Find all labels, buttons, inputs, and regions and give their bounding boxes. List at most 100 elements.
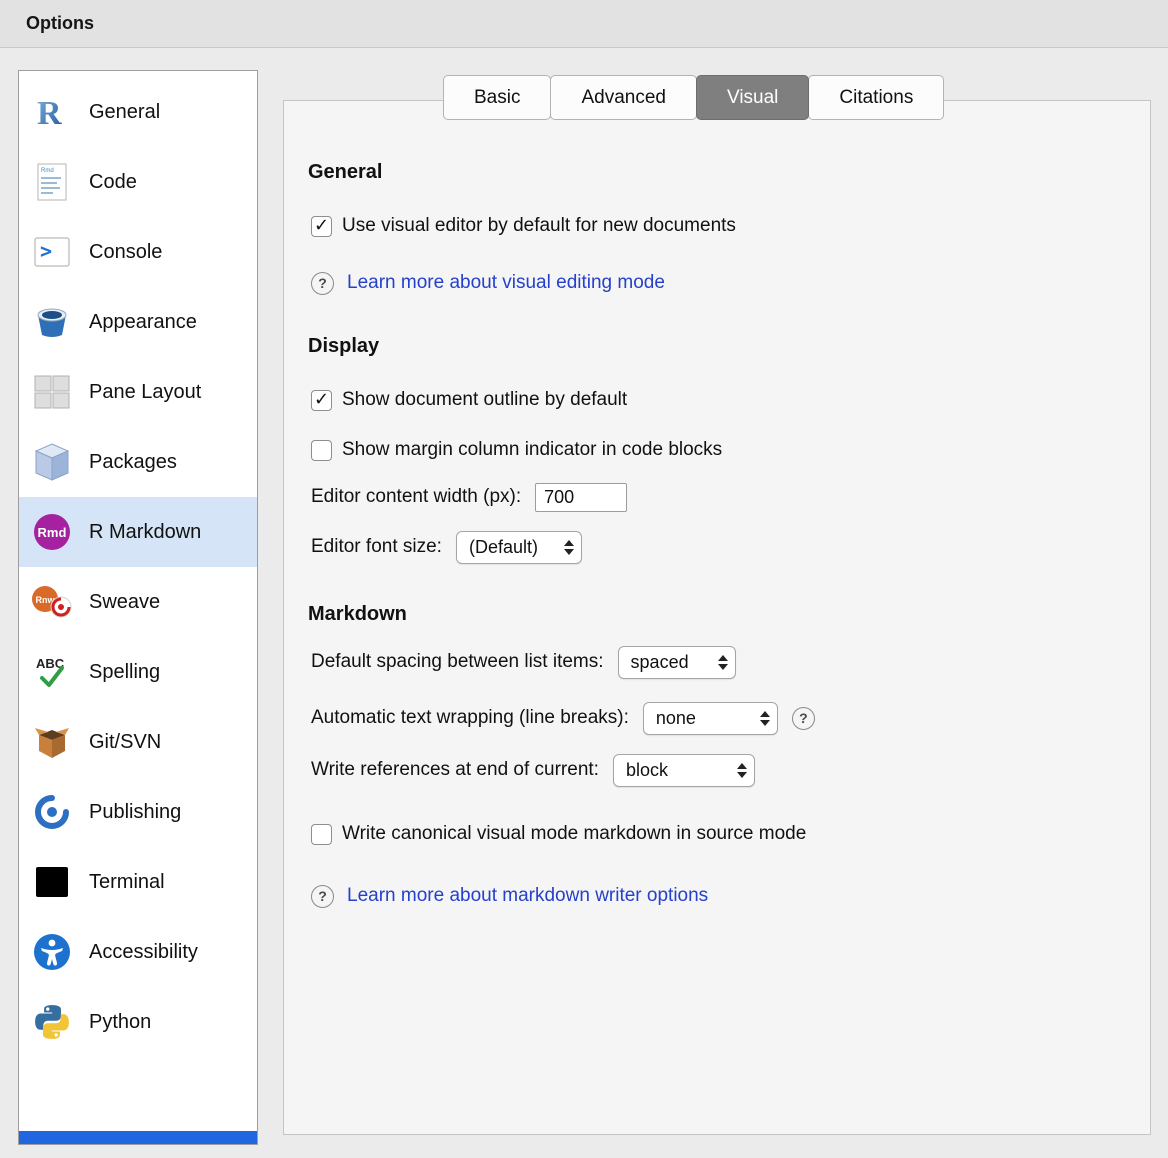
list-spacing-select[interactable]: spaced xyxy=(618,646,736,679)
write-references-row: Write references at end of current: bloc… xyxy=(311,753,755,787)
r-logo-icon: R xyxy=(29,89,75,135)
git-svn-box-icon xyxy=(29,719,75,765)
visual-editing-learn-more-link[interactable]: Learn more about visual editing mode xyxy=(347,272,665,294)
help-icon[interactable]: ? xyxy=(311,885,334,908)
tab-advanced[interactable]: Advanced xyxy=(550,75,697,120)
sidebar-item-label: Sweave xyxy=(89,591,160,614)
display-heading-text: Display xyxy=(308,335,379,358)
package-cube-icon xyxy=(29,439,75,485)
sidebar-item-label: General xyxy=(89,101,160,124)
markdown-writer-help-row: ? Learn more about markdown writer optio… xyxy=(311,879,708,913)
svg-text:Rmd: Rmd xyxy=(41,168,54,174)
general-heading: General xyxy=(308,155,382,189)
show-outline-label: Show document outline by default xyxy=(342,389,627,411)
stepper-arrows-icon xyxy=(737,763,747,778)
pane-layout-icon xyxy=(29,369,75,415)
text-wrapping-label: Automatic text wrapping (line breaks): xyxy=(311,707,629,729)
sidebar-item-label: Packages xyxy=(89,451,177,474)
sidebar-item-label: Accessibility xyxy=(89,941,198,964)
editor-content-width-input[interactable] xyxy=(535,483,627,512)
text-wrapping-value: none xyxy=(656,708,696,729)
spelling-icon: ABC xyxy=(29,649,75,695)
markdown-writer-learn-more-link[interactable]: Learn more about markdown writer options xyxy=(347,885,708,907)
editor-content-width-row: Editor content width (px): xyxy=(311,480,627,514)
stepper-arrows-icon xyxy=(760,711,770,726)
text-wrapping-select[interactable]: none xyxy=(643,702,778,735)
general-heading-text: General xyxy=(308,161,382,184)
text-wrapping-row: Automatic text wrapping (line breaks): n… xyxy=(311,701,815,735)
margin-indicator-label: Show margin column indicator in code blo… xyxy=(342,439,722,461)
sidebar-item-packages[interactable]: Packages xyxy=(19,427,257,497)
sidebar-item-label: R Markdown xyxy=(89,521,201,544)
sidebar-item-label: Appearance xyxy=(89,311,197,334)
tab-citations[interactable]: Citations xyxy=(808,75,944,120)
console-icon: > xyxy=(29,229,75,275)
write-references-label: Write references at end of current: xyxy=(311,759,599,781)
visual-editing-help-row: ? Learn more about visual editing mode xyxy=(311,266,665,300)
canonical-markdown-row: Write canonical visual mode markdown in … xyxy=(311,817,806,851)
sidebar-item-label: Pane Layout xyxy=(89,381,201,404)
markdown-heading-text: Markdown xyxy=(308,603,407,626)
show-outline-row: Show document outline by default xyxy=(311,383,627,417)
sidebar-item-appearance[interactable]: Appearance xyxy=(19,287,257,357)
sidebar-item-sweave[interactable]: Rnw Sweave xyxy=(19,567,257,637)
sidebar-item-label: Spelling xyxy=(89,661,160,684)
sidebar-item-general[interactable]: R General xyxy=(19,77,257,147)
write-references-select[interactable]: block xyxy=(613,754,755,787)
use-visual-editor-label: Use visual editor by default for new doc… xyxy=(342,215,736,237)
python-icon xyxy=(29,999,75,1045)
help-icon[interactable]: ? xyxy=(792,707,815,730)
sidebar-item-code[interactable]: Rmd Code xyxy=(19,147,257,217)
sidebar-item-python[interactable]: Python xyxy=(19,987,257,1057)
list-spacing-label: Default spacing between list items: xyxy=(311,651,604,673)
rmarkdown-icon: Rmd xyxy=(29,509,75,555)
svg-text:>: > xyxy=(40,239,52,263)
show-outline-checkbox[interactable] xyxy=(311,390,332,411)
sidebar-item-git-svn[interactable]: Git/SVN xyxy=(19,707,257,777)
sidebar-item-label: Code xyxy=(89,171,137,194)
editor-font-size-value: (Default) xyxy=(469,537,538,558)
canonical-markdown-label: Write canonical visual mode markdown in … xyxy=(342,823,806,845)
sidebar-item-console[interactable]: > Console xyxy=(19,217,257,287)
help-icon[interactable]: ? xyxy=(311,272,334,295)
svg-text:R: R xyxy=(37,95,62,130)
publishing-icon xyxy=(29,789,75,835)
canonical-markdown-checkbox[interactable] xyxy=(311,824,332,845)
tab-basic[interactable]: Basic xyxy=(443,75,551,120)
use-visual-editor-row: Use visual editor by default for new doc… xyxy=(311,209,736,243)
sweave-icon: Rnw xyxy=(29,579,75,625)
list-spacing-row: Default spacing between list items: spac… xyxy=(311,645,736,679)
sidebar-bottom-highlight xyxy=(19,1131,257,1144)
window-titlebar[interactable]: Options xyxy=(0,0,1168,48)
stepper-arrows-icon xyxy=(564,540,574,555)
sidebar-item-terminal[interactable]: Terminal xyxy=(19,847,257,917)
sidebar-item-label: Publishing xyxy=(89,801,181,824)
markdown-heading: Markdown xyxy=(308,597,407,631)
margin-indicator-checkbox[interactable] xyxy=(311,440,332,461)
code-document-icon: Rmd xyxy=(29,159,75,205)
sidebar-item-publishing[interactable]: Publishing xyxy=(19,777,257,847)
svg-text:Rmd: Rmd xyxy=(38,525,67,540)
editor-content-width-label: Editor content width (px): xyxy=(311,486,521,508)
use-visual-editor-checkbox[interactable] xyxy=(311,216,332,237)
paint-bucket-icon xyxy=(29,299,75,345)
sidebar-item-pane-layout[interactable]: Pane Layout xyxy=(19,357,257,427)
sidebar-item-label: Python xyxy=(89,1011,151,1034)
editor-font-size-select[interactable]: (Default) xyxy=(456,531,582,564)
stepper-arrows-icon xyxy=(718,655,728,670)
sidebar-item-label: Console xyxy=(89,241,162,264)
accessibility-icon xyxy=(29,929,75,975)
editor-font-size-label: Editor font size: xyxy=(311,536,442,558)
list-spacing-value: spaced xyxy=(631,652,689,673)
sidebar-item-r-markdown[interactable]: Rmd R Markdown xyxy=(19,497,257,567)
write-references-value: block xyxy=(626,760,668,781)
sidebar-item-spelling[interactable]: ABC Spelling xyxy=(19,637,257,707)
margin-indicator-row: Show margin column indicator in code blo… xyxy=(311,433,722,467)
sidebar: R General Rmd Code > Console Appearance … xyxy=(18,70,258,1145)
display-heading: Display xyxy=(308,329,379,363)
tab-bar: Basic Advanced Visual Citations xyxy=(443,75,944,120)
sidebar-item-accessibility[interactable]: Accessibility xyxy=(19,917,257,987)
options-panel: General Use visual editor by default for… xyxy=(283,100,1151,1135)
tab-visual[interactable]: Visual xyxy=(696,75,809,120)
window-title: Options xyxy=(26,13,94,34)
